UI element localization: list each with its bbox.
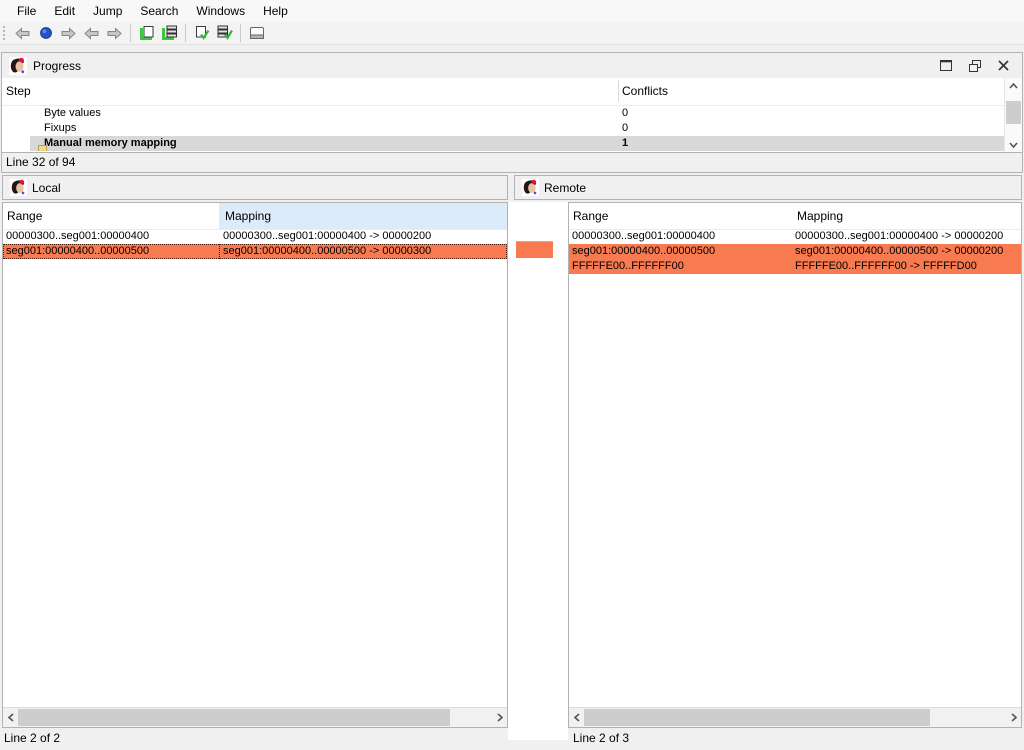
- mapping-cell: FFFFFE00..FFFFFF00 -> FFFFFD00: [795, 259, 977, 273]
- history-back-icon[interactable]: [80, 23, 103, 43]
- column-header-mapping[interactable]: Mapping: [219, 203, 507, 229]
- window-controls: [939, 59, 1010, 72]
- nav-current-icon[interactable]: [34, 23, 57, 43]
- range-cell: FFFFFE00..FFFFFF00: [572, 259, 684, 273]
- menu-jump[interactable]: Jump: [84, 0, 131, 22]
- toolbar-separator: [130, 24, 131, 42]
- mapping-cell: 00000300..seg001:00000400 -> 00000200: [795, 229, 1003, 243]
- local-panel-titlebar[interactable]: Local: [2, 175, 508, 200]
- remote-table: Range Mapping 00000300..seg001:00000400 …: [568, 202, 1022, 728]
- menu-help[interactable]: Help: [254, 0, 297, 22]
- table-row[interactable]: Byte values 0: [2, 106, 1005, 121]
- scroll-right-icon[interactable]: [1006, 708, 1021, 727]
- window-face-icon: [10, 179, 27, 196]
- table-row-selected[interactable]: seg001:00000400..00000500 seg001:0000040…: [3, 244, 507, 259]
- nav-back-icon[interactable]: [11, 23, 34, 43]
- conflicts-cell: 0: [622, 121, 628, 136]
- table-row-selected[interactable]: FFFFFE00..FFFFFF00 FFFFFE00..FFFFFF00 ->…: [569, 259, 1021, 274]
- nav-forward-icon[interactable]: [57, 23, 80, 43]
- table-row[interactable]: 00000300..seg001:00000400 00000300..seg0…: [3, 229, 507, 244]
- window-face-icon: [522, 179, 539, 196]
- table-row-selected[interactable]: Manual memory mapping 1: [2, 136, 1005, 151]
- progress-table: Step Conflicts Byte values 0 Fixups 0 Ma…: [1, 78, 1023, 153]
- range-cell: seg001:00000400..00000500: [6, 244, 149, 258]
- progress-vertical-scrollbar[interactable]: [1004, 78, 1022, 152]
- table-row[interactable]: 00000300..seg001:00000400 00000300..seg0…: [569, 229, 1021, 244]
- step-cell: Manual memory mapping: [44, 136, 177, 151]
- range-cell: seg001:00000400..00000500: [572, 244, 715, 258]
- maximize-button[interactable]: [939, 59, 952, 72]
- remote-table-header: Range Mapping: [569, 203, 1021, 230]
- column-header-mapping-label: Mapping: [225, 209, 271, 223]
- table-row[interactable]: Fixups 0: [2, 121, 1005, 136]
- column-divider[interactable]: [618, 80, 619, 102]
- progress-status-bar: Line 32 of 94: [1, 153, 1023, 173]
- desktop-window-icon[interactable]: [245, 23, 268, 43]
- remote-line-indicator: Line 2 of 3: [573, 731, 629, 745]
- range-cell: 00000300..seg001:00000400: [572, 229, 715, 243]
- menu-search[interactable]: Search: [131, 0, 187, 22]
- scrollbar-thumb[interactable]: [1006, 101, 1021, 124]
- toolbar-separator: [240, 24, 241, 42]
- segment-check-icon[interactable]: [213, 23, 236, 43]
- scrollbar-thumb[interactable]: [584, 709, 930, 726]
- local-horizontal-scrollbar[interactable]: [3, 707, 507, 727]
- range-cell: 00000300..seg001:00000400: [6, 229, 149, 243]
- step-cell: Fixups: [44, 121, 76, 136]
- menu-bar: File Edit Jump Search Windows Help: [0, 0, 1024, 22]
- scroll-right-icon[interactable]: [492, 708, 507, 727]
- scroll-down-icon[interactable]: [1005, 137, 1022, 152]
- conflicts-cell: 1: [622, 136, 628, 151]
- step-cell: Byte values: [44, 106, 101, 121]
- window-face-icon: [9, 57, 27, 75]
- column-header-range[interactable]: Range: [7, 209, 42, 223]
- mapping-cell: seg001:00000400..00000500 -> 00000300: [223, 244, 431, 258]
- column-header-conflicts[interactable]: Conflicts: [622, 84, 668, 98]
- remote-panel-titlebar[interactable]: Remote: [514, 175, 1022, 200]
- scrollbar-thumb[interactable]: [18, 709, 450, 726]
- scroll-left-icon[interactable]: [3, 708, 18, 727]
- focus-cell-divider: [219, 244, 220, 259]
- document-list-icon[interactable]: [135, 23, 158, 43]
- scroll-left-icon[interactable]: [569, 708, 584, 727]
- local-table: Range Mapping 00000300..seg001:00000400 …: [2, 202, 508, 728]
- column-header-step[interactable]: Step: [6, 84, 31, 98]
- progress-titlebar[interactable]: Progress: [1, 52, 1023, 79]
- menu-edit[interactable]: Edit: [45, 0, 84, 22]
- menu-file[interactable]: File: [8, 0, 45, 22]
- menu-windows[interactable]: Windows: [187, 0, 254, 22]
- progress-window-title: Progress: [33, 59, 81, 73]
- document-check-icon[interactable]: [190, 23, 213, 43]
- progress-table-header: Step Conflicts: [2, 78, 1005, 106]
- history-forward-icon[interactable]: [103, 23, 126, 43]
- column-header-mapping[interactable]: Mapping: [791, 203, 1021, 229]
- selected-match-marker: [516, 241, 553, 258]
- mapping-cell: seg001:00000400..00000500 -> 00000200: [795, 244, 1003, 258]
- app-window: File Edit Jump Search Windows Help: [0, 0, 1024, 750]
- local-status-text: Line 2 of 2: [4, 731, 60, 745]
- progress-line-indicator: Line 32 of 94: [6, 155, 75, 169]
- scroll-up-icon[interactable]: [1005, 78, 1022, 93]
- conflicts-cell: 0: [622, 106, 628, 121]
- folder-icon-partial: [38, 145, 47, 151]
- column-header-mapping-label: Mapping: [797, 209, 843, 223]
- mapping-cell: 00000300..seg001:00000400 -> 00000200: [223, 229, 431, 243]
- panel-gutter: [508, 202, 568, 740]
- toolbar-drag-handle[interactable]: [2, 25, 6, 41]
- segment-list-icon[interactable]: [158, 23, 181, 43]
- restore-button[interactable]: [968, 59, 981, 72]
- column-header-range[interactable]: Range: [573, 209, 608, 223]
- local-line-indicator: Line 2 of 2: [4, 731, 60, 745]
- local-table-header: Range Mapping: [3, 203, 507, 230]
- remote-panel-title: Remote: [544, 181, 586, 195]
- remote-horizontal-scrollbar[interactable]: [569, 707, 1021, 727]
- table-row-selected[interactable]: seg001:00000400..00000500 seg001:0000040…: [569, 244, 1021, 259]
- toolbar: [0, 22, 1024, 45]
- close-icon[interactable]: [997, 59, 1010, 72]
- toolbar-separator: [185, 24, 186, 42]
- local-panel-title: Local: [32, 181, 61, 195]
- remote-status-text: Line 2 of 3: [573, 731, 629, 745]
